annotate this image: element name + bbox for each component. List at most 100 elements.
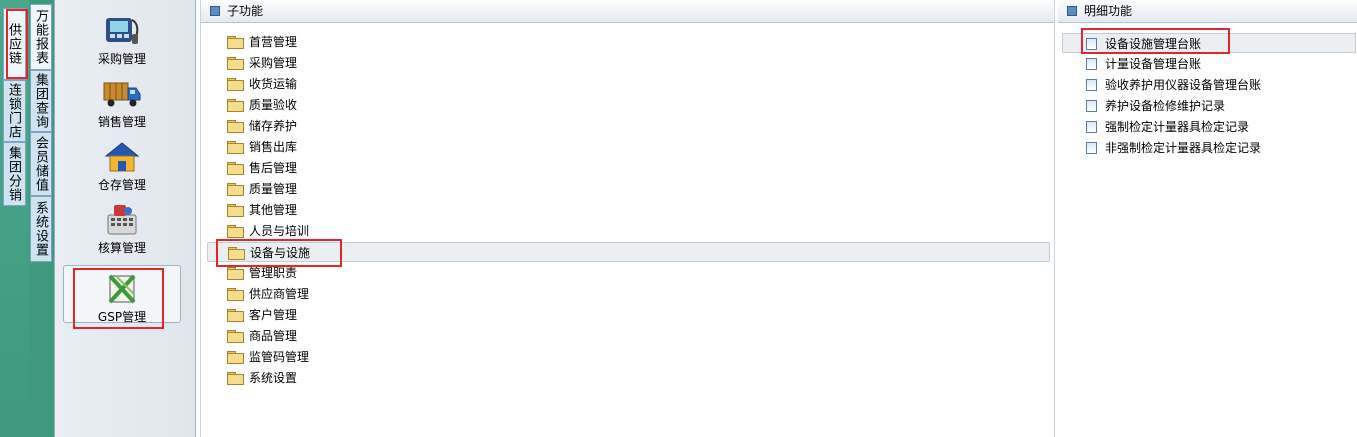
detail-function-label: 验收养护用仪器设备管理台账 [1105, 78, 1262, 92]
document-icon [1086, 141, 1097, 154]
sub-function-item[interactable]: 首营管理 [227, 32, 297, 52]
detail-function-label: 养护设备检修维护记录 [1105, 99, 1226, 113]
module-gsp-label: GSP管理 [97, 310, 147, 324]
detail-function-item[interactable]: 设备设施管理台账 [1062, 33, 1356, 53]
folder-icon [227, 56, 244, 70]
folder-icon [227, 98, 244, 112]
detail-function-title: 明细功能 [1084, 4, 1133, 18]
sub-function-label: 采购管理 [249, 56, 298, 70]
document-icon [1086, 78, 1097, 91]
folder-icon [227, 329, 244, 343]
sub-function-item[interactable]: 售后管理 [227, 158, 297, 178]
folder-icon [227, 77, 244, 91]
module-purchase[interactable]: 采购管理 [63, 8, 181, 66]
module-accounting[interactable]: 核算管理 [63, 197, 181, 255]
folder-icon [227, 287, 244, 301]
folder-icon [227, 371, 244, 385]
folder-icon [227, 308, 244, 322]
inner-tab-strip: 万能报表 集团查询 会员储值 系统设置 [29, 0, 54, 437]
sub-function-item[interactable]: 客户管理 [227, 305, 297, 325]
tab-chain-stores[interactable]: 连锁门店 [3, 80, 26, 142]
sub-function-item[interactable]: 管理职责 [227, 263, 297, 283]
module-sales-label: 销售管理 [97, 115, 146, 129]
sub-function-label: 质量管理 [249, 182, 298, 196]
header-bullet-icon [1067, 6, 1077, 16]
sub-function-item[interactable]: 销售出库 [227, 137, 297, 157]
folder-icon [227, 140, 244, 154]
detail-function-header: 明细功能 [1058, 0, 1357, 23]
sub-function-item[interactable]: 采购管理 [227, 53, 297, 73]
module-warehouse-label: 仓存管理 [97, 178, 146, 192]
detail-function-item[interactable]: 验收养护用仪器设备管理台账 [1086, 75, 1261, 95]
gsp-icon [108, 274, 136, 304]
detail-function-panel: 明细功能 设备设施管理台账 计量设备管理台账验收养护用仪器设备管理台账 养护设备检修… [1058, 0, 1357, 437]
sub-function-item[interactable]: 供应商管理 [227, 284, 309, 304]
sub-function-label: 质量验收 [249, 98, 298, 112]
tab-member-deposit[interactable]: 会员储值 [30, 132, 52, 196]
folder-icon [227, 119, 244, 133]
sub-function-label: 监管码管理 [249, 350, 310, 364]
sub-function-label: 系统设置 [249, 371, 298, 385]
detail-function-label: 计量设备管理台账 [1105, 57, 1202, 71]
document-icon [1086, 120, 1097, 133]
sub-function-label: 售后管理 [249, 161, 298, 175]
module-gsp[interactable]: GSP管理 [63, 265, 181, 324]
header-bullet-icon [210, 6, 220, 16]
sub-function-item[interactable]: 质量验收 [227, 95, 297, 115]
folder-icon [228, 246, 245, 260]
detail-function-label: 非强制检定计量器具检定记录 [1105, 141, 1262, 155]
sub-function-panel: 子功能 首营管理采购管理收货运输质量验收储存养护销售出库售后管理质量管理其他管理… [200, 0, 1055, 437]
calculator-icon [107, 205, 137, 235]
folder-icon [227, 350, 244, 364]
sub-function-item[interactable]: 其他管理 [227, 200, 297, 220]
sub-function-label: 商品管理 [249, 329, 298, 343]
sub-function-label: 储存养护 [249, 119, 298, 133]
truck-icon [103, 82, 141, 107]
document-icon [1086, 37, 1097, 50]
sub-function-item[interactable]: 人员与培训 [227, 221, 309, 241]
sub-function-item[interactable]: 系统设置 [227, 368, 297, 388]
sub-function-label: 供应商管理 [249, 287, 310, 301]
detail-function-item[interactable]: 计量设备管理台账 [1086, 54, 1201, 74]
detail-function-item[interactable]: 养护设备检修维护记录 [1086, 96, 1225, 116]
sub-function-item[interactable]: 储存养护 [227, 116, 297, 136]
module-panel: 采购管理 销售管理 仓存管理 核算管理 GSP管理 [54, 0, 196, 437]
purchase-icon [106, 18, 139, 44]
detail-function-label: 设备设施管理台账 [1105, 37, 1202, 51]
detail-function-item[interactable]: 强制检定计量器具检定记录 [1086, 117, 1249, 137]
tab-group-query[interactable]: 集团查询 [30, 70, 52, 132]
folder-icon [227, 35, 244, 49]
outer-tab-strip: 供应链 连锁门店 集团分销 [0, 0, 29, 437]
sub-function-title: 子功能 [227, 4, 264, 18]
tab-system-settings[interactable]: 系统设置 [30, 196, 52, 262]
module-accounting-label: 核算管理 [97, 241, 146, 255]
folder-icon [227, 203, 244, 217]
sub-function-label: 销售出库 [249, 140, 298, 154]
tab-supply-chain[interactable]: 供应链 [3, 8, 26, 80]
sub-function-item[interactable]: 设备与设施 [207, 242, 1050, 262]
folder-icon [227, 266, 244, 280]
sub-function-label: 客户管理 [249, 308, 298, 322]
folder-icon [227, 224, 244, 238]
folder-icon [227, 182, 244, 196]
sub-function-item[interactable]: 商品管理 [227, 326, 297, 346]
tab-universal-report[interactable]: 万能报表 [30, 4, 52, 70]
detail-function-item[interactable]: 非强制检定计量器具检定记录 [1086, 138, 1261, 158]
tab-group-distribution[interactable]: 集团分销 [3, 142, 26, 206]
document-icon [1086, 99, 1097, 112]
sub-function-item[interactable]: 监管码管理 [227, 347, 309, 367]
sub-function-label: 管理职责 [249, 266, 298, 280]
module-warehouse[interactable]: 仓存管理 [63, 134, 181, 192]
sub-function-label: 人员与培训 [249, 224, 310, 238]
sub-function-label: 首营管理 [249, 35, 298, 49]
document-icon [1086, 57, 1097, 70]
module-purchase-label: 采购管理 [97, 52, 146, 66]
sub-function-label: 收货运输 [249, 77, 298, 91]
sub-function-item[interactable]: 收货运输 [227, 74, 297, 94]
sub-function-header: 子功能 [201, 0, 1054, 23]
detail-function-label: 强制检定计量器具检定记录 [1105, 120, 1250, 134]
sub-function-label: 设备与设施 [250, 246, 311, 260]
module-sales[interactable]: 销售管理 [63, 71, 181, 129]
sub-function-label: 其他管理 [249, 203, 298, 217]
sub-function-item[interactable]: 质量管理 [227, 179, 297, 199]
